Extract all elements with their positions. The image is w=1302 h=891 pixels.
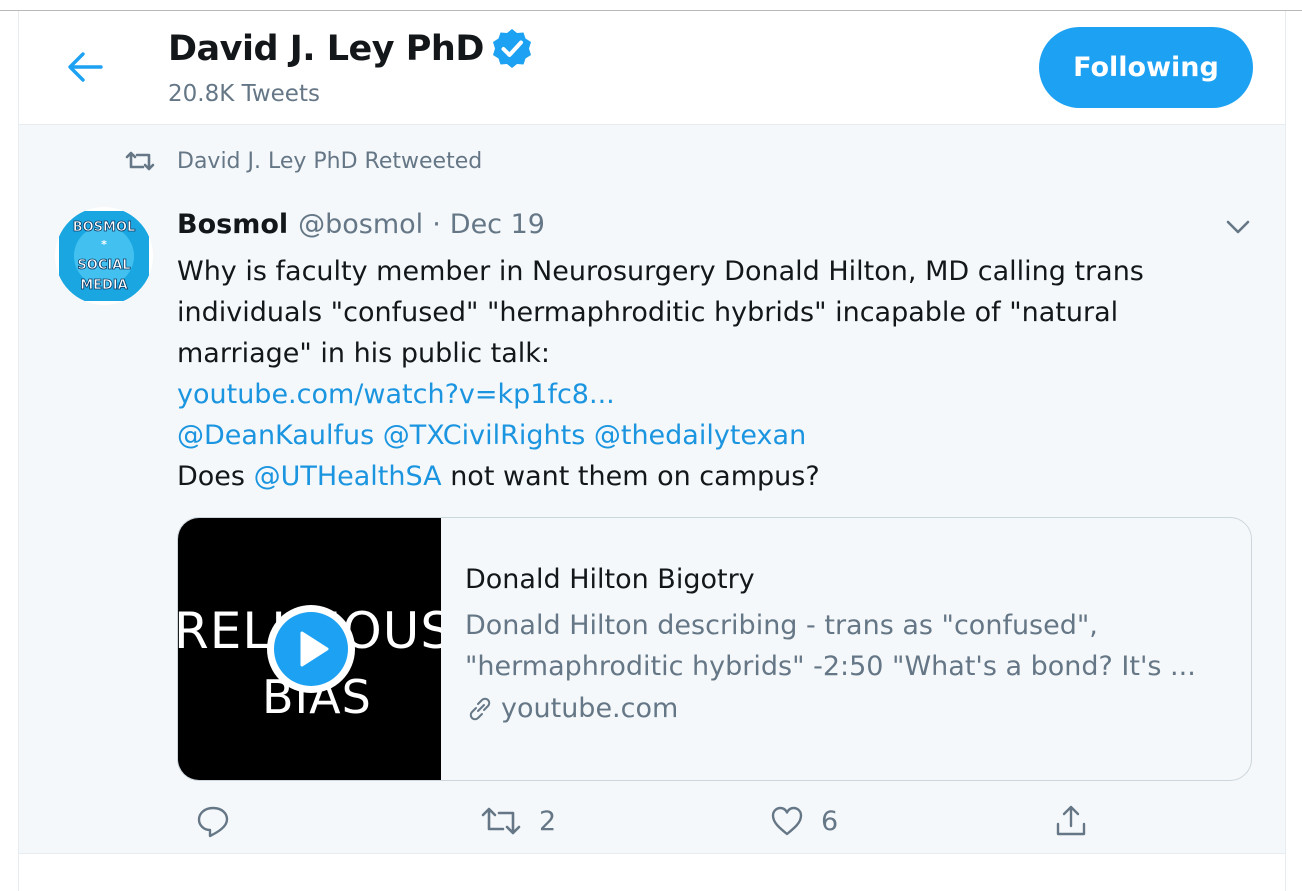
mentions-line: @DeanKaulfus @TXCivilRights @thedailytex…	[177, 415, 1257, 456]
card-description: Donald Hilton describing - trans as "con…	[465, 605, 1235, 687]
svg-text:MEDIA: MEDIA	[80, 278, 128, 293]
mention-link[interactable]: @UTHealthSA	[254, 461, 442, 492]
back-button[interactable]	[65, 49, 105, 85]
card-domain: youtube.com	[465, 693, 1235, 724]
tweet-author-row: Bosmol @bosmol · Dec 19	[177, 209, 545, 240]
card-description-line: Donald Hilton describing - trans as "con…	[465, 610, 1098, 641]
tweet-text-line: individuals "confused" "hermaphroditic h…	[177, 297, 1119, 328]
mention-link[interactable]: @DeanKaulfus	[177, 420, 374, 451]
retweet-count: 2	[539, 805, 557, 837]
following-button[interactable]: Following	[1039, 27, 1253, 108]
retweet-context: David J. Ley PhD Retweeted	[123, 147, 482, 175]
mention-link[interactable]: @TXCivilRights	[383, 420, 586, 451]
mention-link[interactable]: @thedailytexan	[594, 420, 806, 451]
reply-button[interactable]	[195, 803, 247, 839]
verified-badge-icon	[492, 29, 531, 68]
card-thumbnail[interactable]: RELIGIOUS BIAS	[178, 518, 441, 780]
card-domain-text: youtube.com	[501, 693, 679, 724]
reply-icon	[197, 806, 229, 838]
card-title: Donald Hilton Bigotry	[465, 564, 755, 595]
tweet-date[interactable]: Dec 19	[450, 209, 545, 240]
link-icon	[469, 697, 491, 720]
share-button[interactable]	[1053, 803, 1089, 839]
like-button[interactable]: 6	[769, 803, 838, 839]
like-count: 6	[821, 805, 839, 837]
retweet-button[interactable]: 2	[479, 803, 556, 839]
retweet-context-text[interactable]: David J. Ley PhD Retweeted	[177, 149, 482, 174]
avatar[interactable]: BOSMOL * SOCIAL MEDIA	[55, 207, 153, 305]
svg-text:BOSMOL: BOSMOL	[73, 220, 136, 235]
svg-text:*: *	[101, 238, 107, 251]
retweet-icon	[125, 151, 155, 171]
profile-display-name: David J. Ley PhD	[168, 29, 484, 69]
tweet-text-line: Why is faculty member in Neurosurgery Do…	[177, 256, 1144, 287]
tweet-text-line: Does @UTHealthSA not want them on campus…	[177, 456, 1257, 497]
tweet-actions: 2 6	[177, 803, 1277, 843]
tweet-url-link[interactable]: youtube.com/watch?v=kp1fc8...	[177, 374, 1257, 415]
profile-header: David J. Ley PhD 20.8K Tweets Following	[19, 11, 1285, 125]
chevron-down-icon[interactable]	[1223, 217, 1253, 237]
link-preview-card[interactable]: RELIGIOUS BIAS Donald Hilton Bigotry Don…	[177, 517, 1252, 781]
profile-name-row: David J. Ley PhD	[168, 24, 534, 74]
bosmol-avatar-image: BOSMOL * SOCIAL MEDIA	[59, 211, 149, 301]
tweet-text-fragment: not want them on campus?	[441, 461, 820, 492]
tweet-text-line: marriage" in his public talk:	[177, 338, 551, 369]
timeline-column: David J. Ley PhD 20.8K Tweets Following …	[18, 11, 1286, 891]
card-description-line: "hermaphroditic hybrids" -2:50 "What's a…	[465, 651, 1196, 682]
svg-text:SOCIAL: SOCIAL	[77, 258, 130, 273]
like-icon	[771, 806, 803, 836]
meta-separator: ·	[432, 209, 441, 240]
play-icon[interactable]	[265, 603, 357, 695]
tweet-text: Why is faculty member in Neurosurgery Do…	[177, 251, 1257, 497]
tweet[interactable]: David J. Ley PhD Retweeted BOSMOL * SOCI…	[19, 125, 1285, 854]
author-name[interactable]: Bosmol	[177, 209, 288, 240]
card-text: Donald Hilton Bigotry Donald Hilton desc…	[465, 564, 1235, 724]
retweet-icon	[481, 807, 521, 835]
tweet-text-fragment: Does	[177, 461, 254, 492]
share-icon	[1056, 805, 1086, 836]
author-handle[interactable]: @bosmol	[298, 209, 423, 240]
tweet-count: 20.8K Tweets	[168, 81, 320, 107]
back-arrow-icon	[68, 52, 103, 82]
